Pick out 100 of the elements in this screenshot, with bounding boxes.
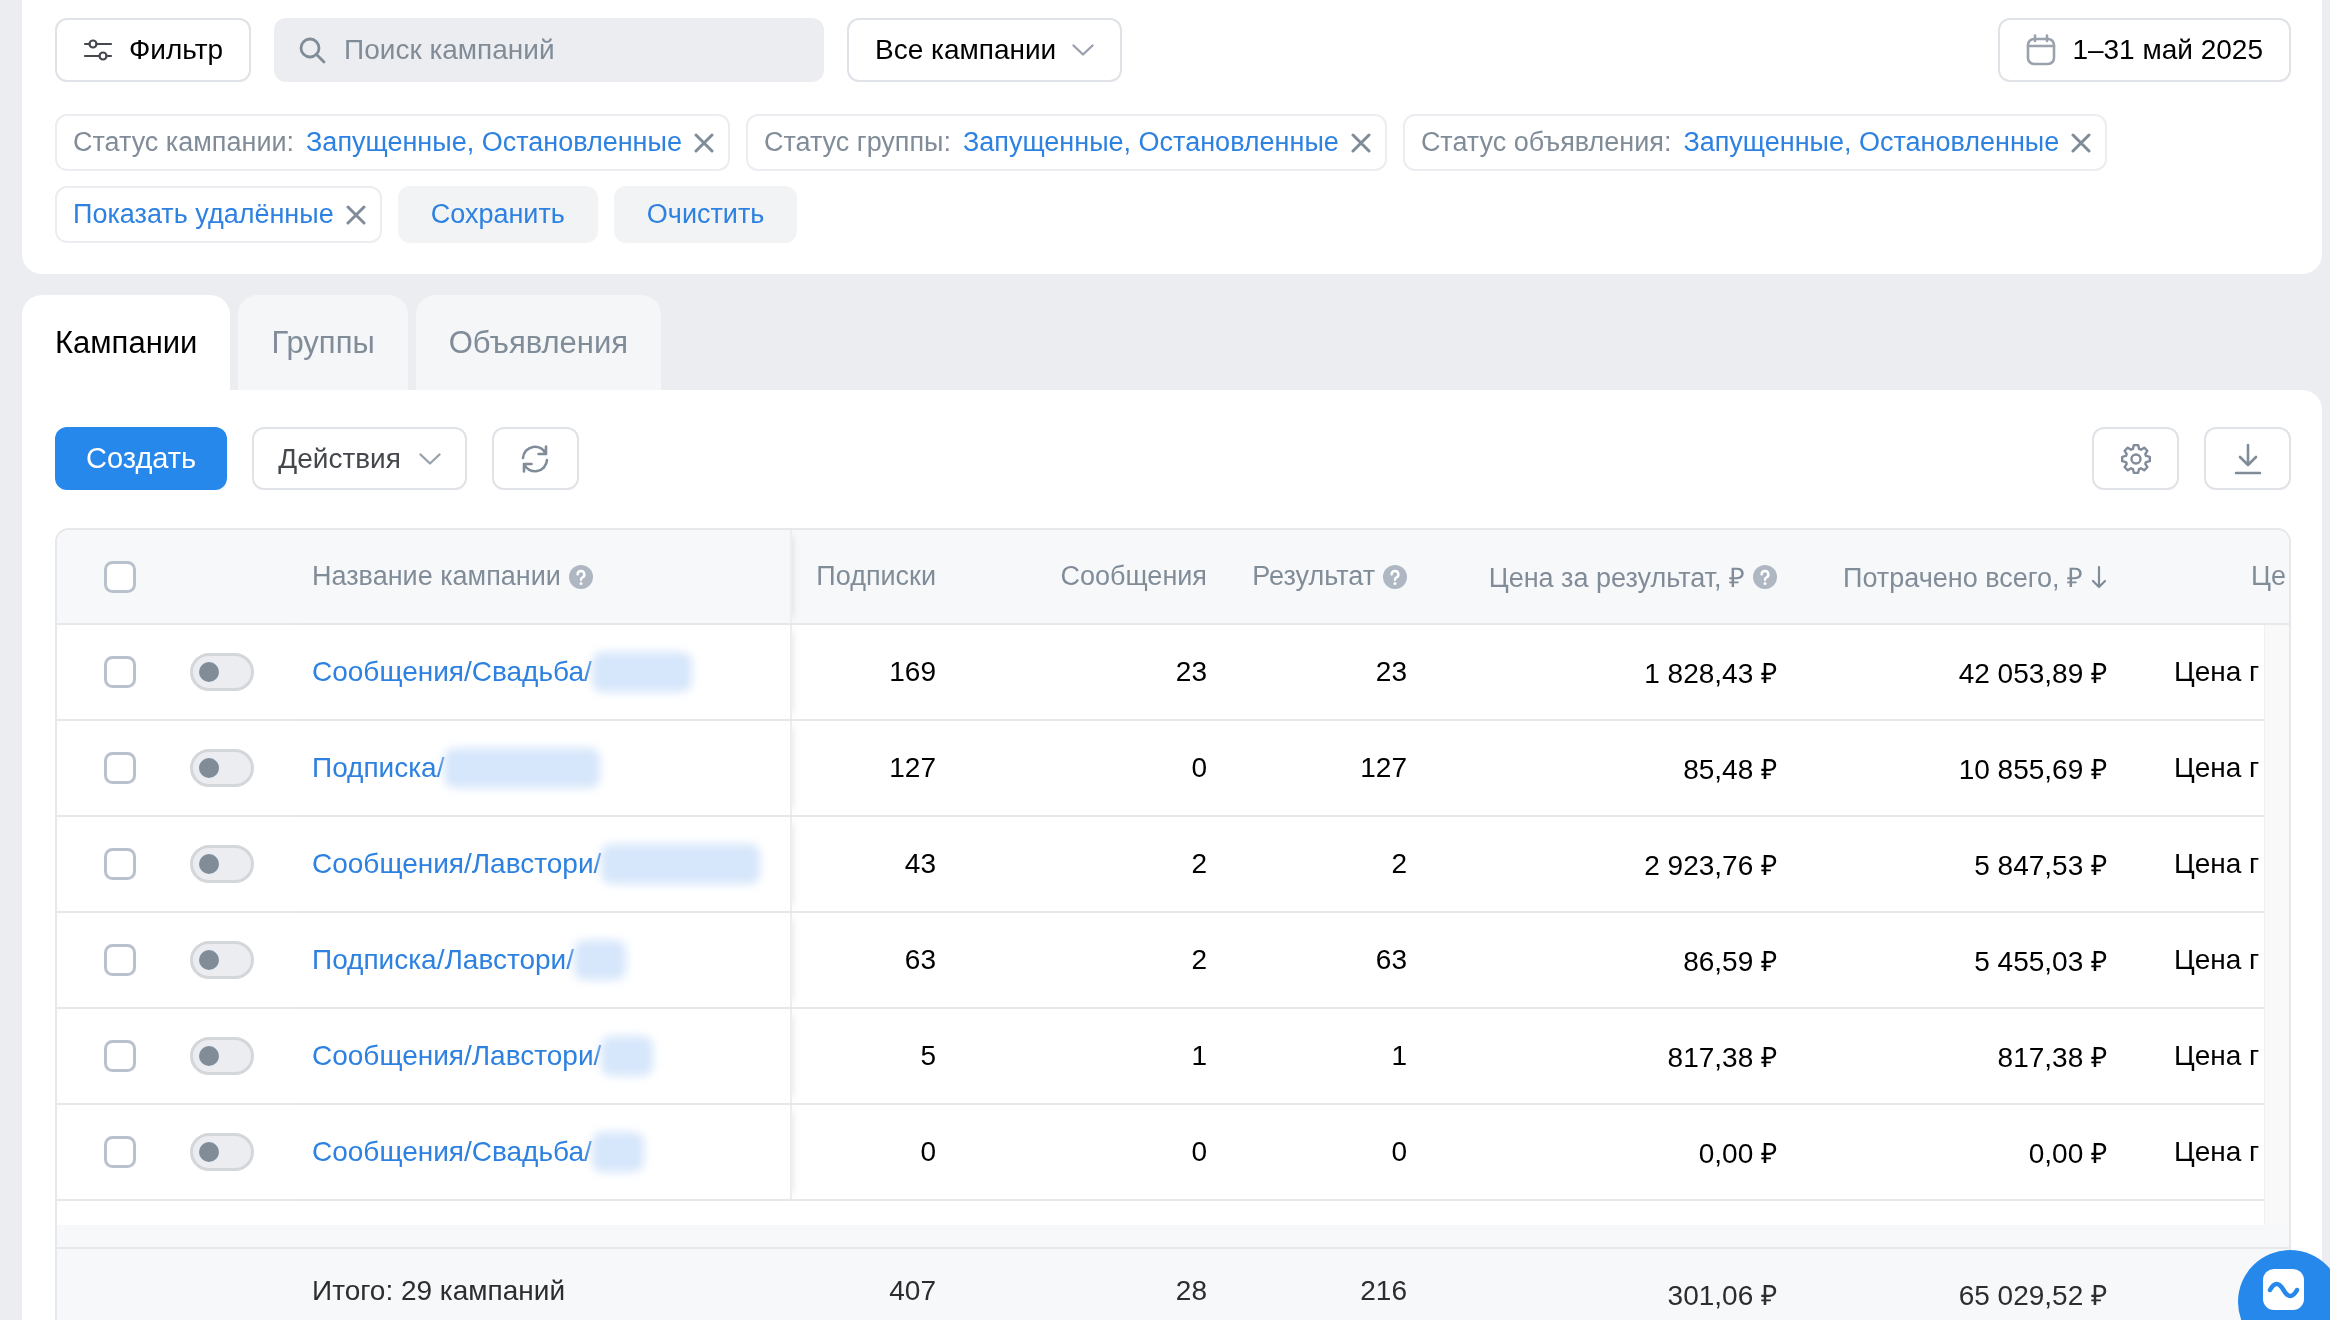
campaign-link[interactable]: Сообщения/Лавстори/ — [312, 1040, 602, 1072]
table-cell: 5 — [920, 1040, 936, 1072]
sort-down-icon[interactable] — [2091, 564, 2107, 589]
table-cell: 216 — [1360, 1275, 1407, 1307]
date-range-button[interactable]: 1–31 май 2025 — [1998, 18, 2291, 82]
checkbox[interactable] — [104, 1040, 136, 1072]
table-cell: Цена г — [2174, 1040, 2260, 1072]
column-header[interactable]: Цена за результат, ₽ — [1488, 558, 1745, 595]
filter-chip[interactable]: Статус объявления: Запущенные, Остановленные — [1402, 114, 2108, 171]
close-icon[interactable] — [2071, 132, 2092, 153]
table-cell-text: 301,06 ₽ — [1667, 1279, 1777, 1313]
table-cell: Цена г — [2174, 944, 2260, 976]
tab[interactable]: Группы — [238, 295, 408, 390]
tab[interactable]: Объявления — [415, 295, 661, 390]
table-cell: 127 — [889, 752, 936, 784]
table-cell-text: 85,48 ₽ — [1683, 753, 1777, 787]
toggle-switch[interactable] — [190, 749, 254, 787]
caret-icon — [1072, 44, 1095, 56]
toggle-switch[interactable] — [190, 653, 254, 691]
search-icon — [298, 36, 327, 64]
toggle-switch[interactable] — [190, 1133, 254, 1171]
save-button[interactable]: Сохранить — [397, 186, 598, 243]
table-cell-text: 10 855,69 ₽ — [1958, 753, 2107, 787]
table-cell: 2 — [1191, 944, 1207, 976]
column-header[interactable]: Подписки — [816, 561, 936, 592]
caret-icon — [418, 452, 441, 465]
close-icon[interactable] — [693, 132, 714, 153]
help-icon[interactable] — [1383, 564, 1407, 589]
table-cell: 63 — [904, 944, 936, 976]
table-cell: Цена г — [2174, 752, 2260, 784]
campaign-link[interactable]: Сообщения/Свадьба/ — [312, 1136, 592, 1168]
table-cell: 43 — [904, 848, 936, 880]
column-header[interactable]: Сообщения — [1060, 561, 1207, 592]
column-header[interactable]: Потрачено всего, ₽ — [1843, 558, 2083, 595]
scrollbar[interactable] — [57, 1225, 2289, 1247]
table-cell: 0 — [1191, 1136, 1207, 1168]
campaign-link[interactable]: Подписка/Лавстори/ — [312, 944, 575, 976]
table-cell: 23 — [1375, 656, 1407, 688]
table-cell: 0 — [1191, 752, 1207, 784]
filter-chip[interactable]: Статус группы: Запущенные, Остановленные — [745, 114, 1387, 171]
table-cell-text: 42 053,89 ₽ — [1958, 657, 2107, 691]
checkbox[interactable] — [104, 560, 136, 593]
filter-chip[interactable]: Статус кампании: Запущенные, Остановленные — [55, 114, 730, 171]
create-button[interactable]: Создать — [55, 427, 228, 490]
table-cell: 23 — [1175, 656, 1207, 688]
table-cell: 0 — [1391, 1136, 1407, 1168]
campaign-link[interactable]: Подписка/ — [312, 752, 445, 784]
floating-button[interactable] — [2238, 1250, 2330, 1320]
table-cell: 2 — [1391, 848, 1407, 880]
settings-icon — [2118, 441, 2153, 476]
filter-chip[interactable]: Показать удалённые — [55, 186, 382, 243]
logo-icon — [2263, 1269, 2304, 1310]
scrollbar[interactable] — [2264, 625, 2289, 1225]
totals-label: Итого: 29 кампаний — [312, 1275, 566, 1307]
table-cell: 1 — [1391, 1040, 1407, 1072]
checkbox[interactable] — [104, 752, 136, 784]
column-header[interactable]: Це — [2251, 561, 2286, 592]
toggle-switch[interactable] — [190, 1037, 254, 1075]
refresh-button[interactable] — [491, 427, 579, 490]
toggle-switch[interactable] — [190, 941, 254, 979]
table-cell: Цена г — [2174, 656, 2260, 688]
column-header[interactable]: Результат — [1252, 561, 1375, 592]
settings-button[interactable] — [2092, 427, 2179, 490]
toggle-switch[interactable] — [190, 845, 254, 883]
table-cell: 2 — [1191, 848, 1207, 880]
table-cell-text: 0,00 ₽ — [1698, 1137, 1777, 1171]
table-cell: 169 — [889, 656, 936, 688]
campaign-link[interactable]: Сообщения/Свадьба/ — [312, 656, 592, 688]
campaign-dropdown[interactable]: Все кампании — [847, 18, 1123, 82]
checkbox[interactable] — [104, 848, 136, 880]
search-field[interactable]: Поиск кампаний — [274, 18, 825, 82]
campaign-link[interactable]: Сообщения/Лавстори/ — [312, 848, 602, 880]
actions-dropdown[interactable]: Действия — [252, 427, 467, 490]
help-icon[interactable] — [568, 564, 593, 589]
table-cell-text: 0,00 ₽ — [2028, 1137, 2107, 1171]
table-cell: 1 — [1191, 1040, 1207, 1072]
download-button[interactable] — [2204, 427, 2291, 490]
clear-button[interactable]: Очистить — [613, 186, 798, 243]
table-cell: Цена г — [2174, 848, 2260, 880]
close-icon[interactable] — [1350, 132, 1371, 153]
table-cell: 63 — [1375, 944, 1407, 976]
table-cell-text: 5 455,03 ₽ — [1974, 945, 2107, 979]
close-icon[interactable] — [345, 204, 366, 225]
filter-button[interactable]: Фильтр — [55, 18, 252, 82]
table-cell-text: 5 847,53 ₽ — [1974, 849, 2107, 883]
checkbox[interactable] — [104, 1136, 136, 1168]
table-cell: 0 — [920, 1136, 936, 1168]
sliders-icon — [83, 38, 113, 62]
checkbox[interactable] — [104, 944, 136, 976]
table-cell-text: 2 923,76 ₽ — [1644, 849, 1777, 883]
checkbox[interactable] — [104, 656, 136, 688]
table-cell: 127 — [1360, 752, 1407, 784]
table-cell-text: 65 029,52 ₽ — [1958, 1279, 2107, 1313]
column-header[interactable]: Название кампании — [312, 561, 561, 592]
table-cell-text: 1 828,43 ₽ — [1644, 657, 1777, 691]
table-cell-text: 817,38 ₽ — [1997, 1041, 2107, 1075]
table-cell-text: 817,38 ₽ — [1667, 1041, 1777, 1075]
calendar-icon — [2026, 34, 2057, 66]
tab[interactable]: Кампании — [22, 295, 231, 390]
help-icon[interactable] — [1753, 564, 1777, 589]
